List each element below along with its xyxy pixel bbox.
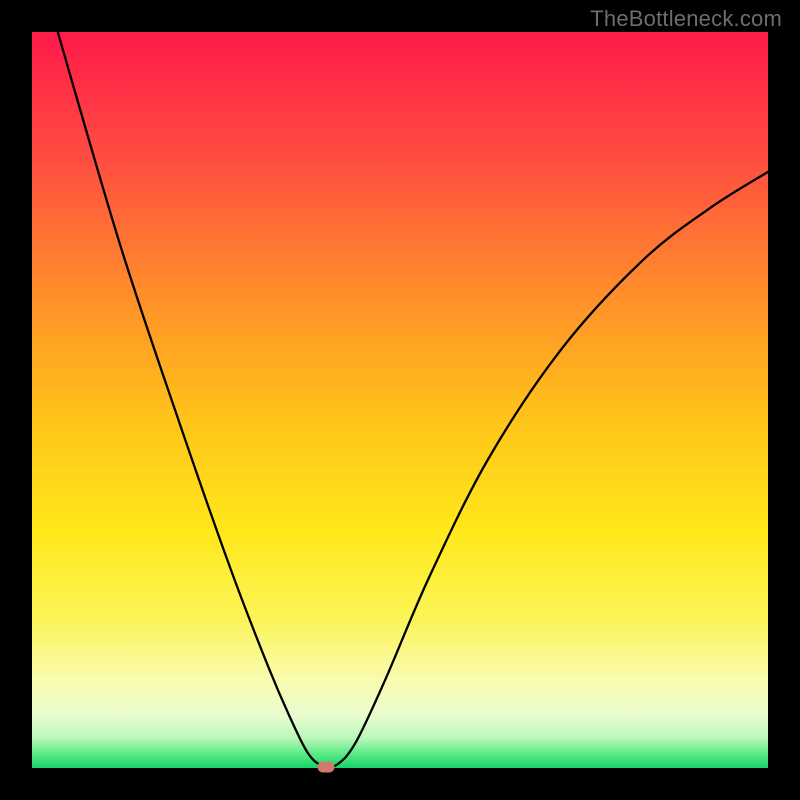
optimal-point-marker — [318, 761, 335, 772]
gradient-plot-area — [32, 32, 768, 768]
watermark-text: TheBottleneck.com — [590, 6, 782, 32]
bottleneck-curve — [32, 32, 768, 768]
chart-frame: TheBottleneck.com — [0, 0, 800, 800]
